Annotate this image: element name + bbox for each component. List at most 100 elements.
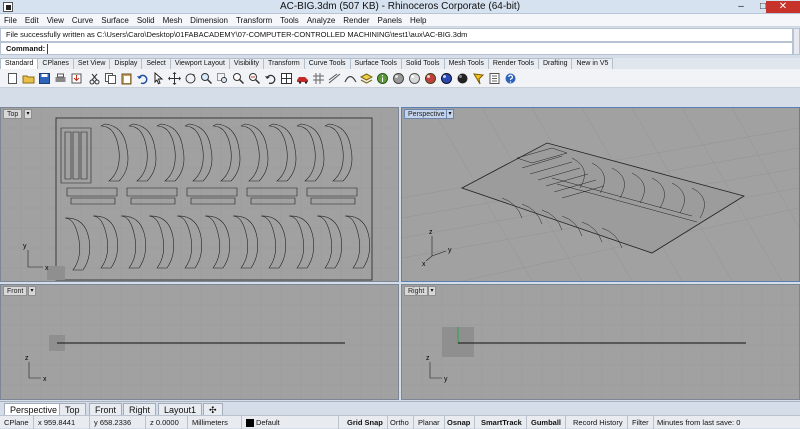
- help-icon[interactable]: [504, 72, 517, 85]
- viewport-top[interactable]: y x Top ▾: [0, 107, 399, 282]
- command-input[interactable]: [47, 43, 648, 54]
- menu-dimension[interactable]: Dimension: [186, 14, 232, 27]
- menu-solid[interactable]: Solid: [133, 14, 159, 27]
- copy-icon[interactable]: [104, 72, 117, 85]
- paste-icon[interactable]: [120, 72, 133, 85]
- menu-transform[interactable]: Transform: [232, 14, 276, 27]
- viewport-front-menu-arrow[interactable]: ▾: [28, 286, 36, 296]
- menu-edit[interactable]: Edit: [21, 14, 43, 27]
- cut-icon[interactable]: [88, 72, 101, 85]
- properties-icon[interactable]: [376, 72, 389, 85]
- tab-mesh-tools[interactable]: Mesh Tools: [443, 58, 489, 69]
- command-line: Command:: [0, 42, 793, 55]
- status-cplane[interactable]: CPlane: [0, 416, 34, 429]
- status-z-coordinate: z 0.0000: [146, 416, 188, 429]
- open-folder-icon[interactable]: [22, 72, 35, 85]
- minimize-button[interactable]: –: [730, 1, 752, 13]
- menu-render[interactable]: Render: [339, 14, 373, 27]
- tab-solid-tools[interactable]: Solid Tools: [400, 58, 445, 69]
- gumball-toggle[interactable]: Gumball: [527, 416, 567, 429]
- record-history-toggle[interactable]: Record History: [569, 416, 628, 429]
- print-icon[interactable]: [54, 72, 67, 85]
- tab-render-tools[interactable]: Render Tools: [487, 58, 539, 69]
- zoom-window-icon[interactable]: [216, 72, 229, 85]
- viewport-front[interactable]: z x Front ▾: [0, 284, 399, 400]
- tab-display[interactable]: Display: [109, 58, 143, 69]
- grid-snap-toggle[interactable]: Grid Snap: [343, 416, 388, 429]
- options-icon[interactable]: [488, 72, 501, 85]
- zoom-selected-icon[interactable]: [248, 72, 261, 85]
- planar-toggle[interactable]: Planar: [414, 416, 445, 429]
- rotate-view-icon[interactable]: [184, 72, 197, 85]
- menu-curve[interactable]: Curve: [68, 14, 97, 27]
- osnap-toggle[interactable]: Osnap: [443, 416, 476, 429]
- new-file-icon[interactable]: [6, 72, 19, 85]
- toolbar-tabs: Standard CPlanes Set View Display Select View…: [0, 58, 800, 69]
- perspective-view-drawing: z y x: [402, 108, 799, 281]
- front-axis-z: z: [25, 355, 29, 362]
- tab-select[interactable]: Select: [141, 58, 171, 69]
- four-viewports-icon[interactable]: [280, 72, 293, 85]
- viewport-right-label[interactable]: Right: [404, 286, 429, 296]
- arc-icon[interactable]: [344, 72, 357, 85]
- tab-viewport-layout[interactable]: Viewport Layout: [169, 58, 230, 69]
- import-icon[interactable]: [70, 72, 83, 85]
- zoom-extents-icon[interactable]: [232, 72, 245, 85]
- material-sphere-icon[interactable]: [424, 72, 437, 85]
- pan-icon[interactable]: [168, 72, 181, 85]
- curve-lines-icon[interactable]: [328, 72, 341, 85]
- ortho-toggle[interactable]: Ortho: [386, 416, 414, 429]
- viewport-top-menu-arrow[interactable]: ▾: [24, 109, 32, 119]
- tab-curve-tools[interactable]: Curve Tools: [303, 58, 351, 69]
- right-axis-y: y: [444, 376, 448, 383]
- right-axis-lines: [429, 362, 442, 379]
- tab-new-in-v5[interactable]: New in V5: [571, 58, 614, 69]
- render-icon[interactable]: [456, 72, 469, 85]
- undo-view-icon[interactable]: [264, 72, 277, 85]
- filter-toggle[interactable]: Filter: [628, 416, 654, 429]
- menu-file[interactable]: File: [0, 14, 21, 27]
- close-button[interactable]: ✕: [766, 1, 800, 13]
- menu-view[interactable]: View: [43, 14, 68, 27]
- undo-icon[interactable]: [136, 72, 149, 85]
- car-icon[interactable]: [296, 72, 309, 85]
- status-y-coordinate: y 658.2336: [90, 416, 146, 429]
- smarttrack-toggle[interactable]: SmartTrack: [477, 416, 527, 429]
- menu-help[interactable]: Help: [406, 14, 430, 27]
- light-icon[interactable]: [472, 72, 485, 85]
- tab-surface-tools[interactable]: Surface Tools: [349, 58, 402, 69]
- viewport-perspective-label[interactable]: Perspective: [404, 109, 449, 119]
- menu-panels[interactable]: Panels: [374, 14, 406, 27]
- tab-visibility[interactable]: Visibility: [228, 58, 265, 69]
- status-units[interactable]: Millimeters: [188, 416, 242, 429]
- tab-drafting[interactable]: Drafting: [537, 58, 573, 69]
- menu-surface[interactable]: Surface: [97, 14, 133, 27]
- right-axis-z: z: [426, 355, 430, 362]
- menu-analyze[interactable]: Analyze: [303, 14, 339, 27]
- command-scrollbar[interactable]: [793, 28, 800, 55]
- zoom-icon[interactable]: [200, 72, 213, 85]
- viewport-perspective-menu-arrow[interactable]: ▾: [446, 109, 454, 119]
- viewport-perspective[interactable]: z y x Perspective ▾: [401, 107, 800, 282]
- viewport-right[interactable]: z y Right ▾: [401, 284, 800, 400]
- tab-set-view[interactable]: Set View: [72, 58, 111, 69]
- menu-tools[interactable]: Tools: [276, 14, 303, 27]
- perspective-axis-y: y: [448, 247, 452, 254]
- environment-sphere-icon[interactable]: [440, 72, 453, 85]
- rendered-sphere-icon[interactable]: [408, 72, 421, 85]
- grid-icon[interactable]: [312, 72, 325, 85]
- save-icon[interactable]: [38, 72, 51, 85]
- layer-icon[interactable]: [360, 72, 373, 85]
- tab-transform[interactable]: Transform: [263, 58, 305, 69]
- viewport-front-label[interactable]: Front: [3, 286, 28, 296]
- shaded-sphere-icon[interactable]: [392, 72, 405, 85]
- tab-cplanes[interactable]: CPlanes: [37, 58, 74, 69]
- menu-mesh[interactable]: Mesh: [159, 14, 187, 27]
- select-arrow-icon[interactable]: [152, 72, 165, 85]
- viewport-right-menu-arrow[interactable]: ▾: [428, 286, 436, 296]
- tab-standard[interactable]: Standard: [0, 58, 39, 69]
- viewport-top-label[interactable]: Top: [3, 109, 23, 119]
- status-layer[interactable]: Default: [242, 416, 339, 429]
- status-x-coordinate: x 959.8441: [34, 416, 90, 429]
- status-layer-name: Default: [256, 418, 280, 427]
